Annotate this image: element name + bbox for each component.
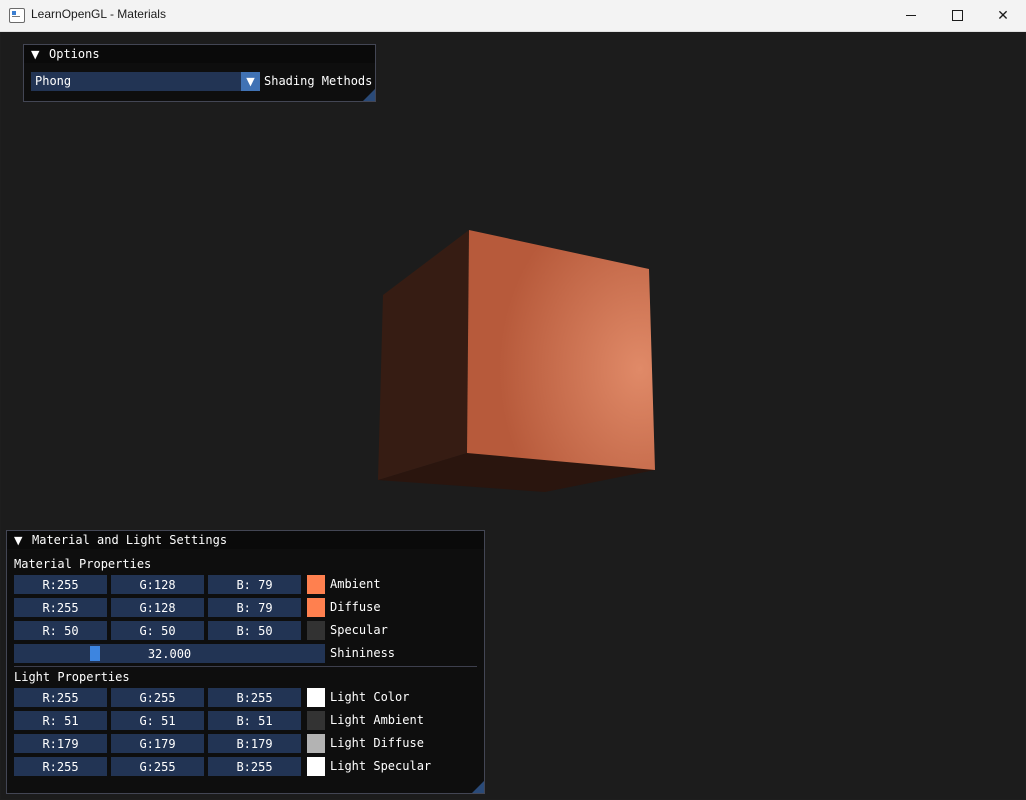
light-ambient-swatch[interactable] <box>307 711 325 730</box>
light-ambient-r-field[interactable]: R: 51 <box>14 711 107 730</box>
minimize-icon <box>906 15 916 16</box>
window-titlebar[interactable]: LearnOpenGL - Materials ✕ <box>0 0 1026 32</box>
options-title: Options <box>49 47 100 61</box>
light-specular-label: Light Specular <box>330 759 432 773</box>
specular-b-field[interactable]: B: 50 <box>208 621 301 640</box>
diffuse-color-swatch[interactable] <box>307 598 325 617</box>
shading-methods-label: Shading Methods <box>264 74 373 88</box>
specular-r-field[interactable]: R: 50 <box>14 621 107 640</box>
light-diffuse-b-field[interactable]: B:179 <box>208 734 301 753</box>
combo-value: Phong <box>35 74 72 88</box>
settings-titlebar[interactable]: ▼ Material and Light Settings <box>7 531 484 549</box>
combo-dropdown-arrow-icon[interactable]: ▼ <box>241 72 260 91</box>
shininess-slider[interactable]: 32.000 <box>14 644 325 663</box>
ambient-g-field[interactable]: G:128 <box>111 575 204 594</box>
collapse-arrow-icon[interactable]: ▼ <box>31 48 39 61</box>
light-diffuse-r-field[interactable]: R:179 <box>14 734 107 753</box>
ambient-label: Ambient <box>330 577 381 591</box>
light-ambient-label: Light Ambient <box>330 713 424 727</box>
light-ambient-b-field[interactable]: B: 51 <box>208 711 301 730</box>
diffuse-b-field[interactable]: B: 79 <box>208 598 301 617</box>
ambient-b-field[interactable]: B: 79 <box>208 575 301 594</box>
cube-front-face <box>467 230 655 470</box>
light-specular-r-field[interactable]: R:255 <box>14 757 107 776</box>
diffuse-r-field[interactable]: R:255 <box>14 598 107 617</box>
light-specular-b-field[interactable]: B:255 <box>208 757 301 776</box>
light-diffuse-g-field[interactable]: G:179 <box>111 734 204 753</box>
light-color-g-field[interactable]: G:255 <box>111 688 204 707</box>
ambient-r-field[interactable]: R:255 <box>14 575 107 594</box>
resize-grip[interactable] <box>472 781 484 793</box>
light-diffuse-swatch[interactable] <box>307 734 325 753</box>
cube-side-face <box>378 230 469 480</box>
maximize-icon <box>951 10 963 21</box>
minimize-button[interactable] <box>888 0 934 31</box>
light-color-label: Light Color <box>330 690 410 704</box>
resize-grip[interactable] <box>363 89 375 101</box>
settings-title: Material and Light Settings <box>32 533 228 547</box>
app-icon <box>9 8 25 23</box>
light-color-swatch[interactable] <box>307 688 325 707</box>
material-light-panel[interactable]: ▼ Material and Light Settings Material P… <box>6 530 485 794</box>
shininess-label: Shininess <box>330 646 396 660</box>
close-button[interactable]: ✕ <box>980 0 1026 31</box>
shading-method-combo[interactable]: Phong ▼ <box>31 72 260 91</box>
light-specular-g-field[interactable]: G:255 <box>111 757 204 776</box>
options-panel[interactable]: ▼ Options Phong ▼ Shading Methods <box>23 44 376 102</box>
diffuse-label: Diffuse <box>330 600 381 614</box>
maximize-button[interactable] <box>934 0 980 31</box>
light-diffuse-label: Light Diffuse <box>330 736 424 750</box>
ambient-color-swatch[interactable] <box>307 575 325 594</box>
light-properties-header: Light Properties <box>14 670 130 684</box>
separator <box>14 666 477 667</box>
light-ambient-g-field[interactable]: G: 51 <box>111 711 204 730</box>
collapse-arrow-icon[interactable]: ▼ <box>14 534 22 547</box>
specular-label: Specular <box>330 623 388 637</box>
diffuse-g-field[interactable]: G:128 <box>111 598 204 617</box>
options-titlebar[interactable]: ▼ Options <box>24 45 375 63</box>
specular-color-swatch[interactable] <box>307 621 325 640</box>
light-specular-swatch[interactable] <box>307 757 325 776</box>
close-icon: ✕ <box>997 7 1009 24</box>
window-title: LearnOpenGL - Materials <box>31 7 166 21</box>
light-color-r-field[interactable]: R:255 <box>14 688 107 707</box>
material-properties-header: Material Properties <box>14 557 152 571</box>
light-color-b-field[interactable]: B:255 <box>208 688 301 707</box>
shininess-value: 32.000 <box>147 646 192 661</box>
specular-g-field[interactable]: G: 50 <box>111 621 204 640</box>
